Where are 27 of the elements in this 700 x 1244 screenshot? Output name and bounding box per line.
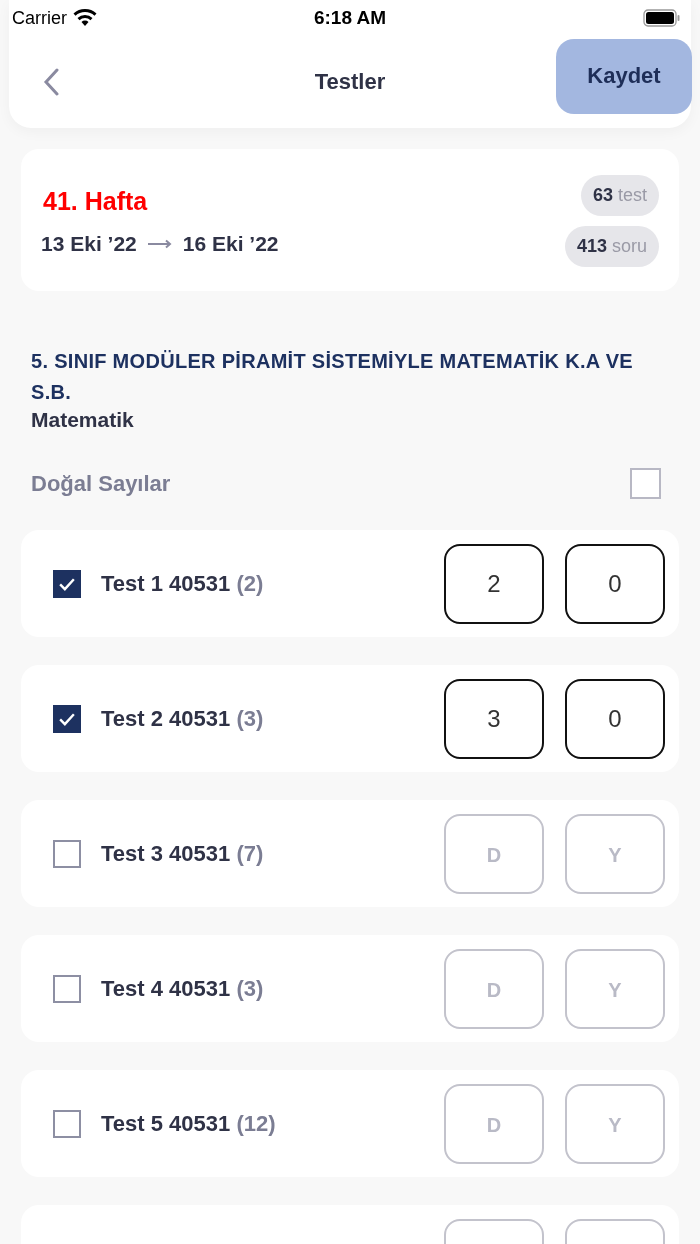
count-badge: 413 soru: [564, 226, 659, 267]
start-date: 13 Eki ’22: [41, 231, 137, 256]
end-date: 16 Eki ’22: [182, 231, 279, 256]
answer-field[interactable]: 2: [444, 543, 544, 624]
carrier-label: Carrier: [12, 7, 67, 29]
answer-field[interactable]: D: [444, 948, 544, 1029]
answer-field[interactable]: D: [444, 813, 544, 894]
test-label: Test 4 40531 (3): [101, 975, 264, 1002]
test-label: Test 5 40531 (12): [101, 1110, 276, 1137]
answer-field[interactable]: 3: [444, 678, 544, 759]
answer-field[interactable]: 0: [565, 678, 665, 759]
test-label: Test 1 40531 (2): [101, 570, 264, 597]
answer-field[interactable]: Y: [565, 948, 665, 1029]
week-title: 41. Hafta: [43, 186, 149, 216]
topic-label: Doğal Sayılar: [31, 470, 171, 497]
test-label: Test 2 40531 (3): [101, 705, 264, 732]
book-title: 5. SINIF MODÜLER PİRAMİT SİSTEMİYLE MATEMATİK K.A VE S.B.: [31, 349, 634, 405]
test-label: Test 3 40531 (7): [101, 840, 264, 867]
clock: 6:18 AM: [313, 7, 387, 29]
answer-field[interactable]: Y: [565, 813, 665, 894]
answer-field[interactable]: Y: [565, 1083, 665, 1164]
answer-field[interactable]: D: [444, 1083, 544, 1164]
subject-label: Matematik: [31, 408, 135, 432]
count-badge: 63 test: [580, 175, 659, 216]
answer-field[interactable]: 0: [565, 543, 665, 624]
save-button[interactable]: Kaydet: [556, 38, 692, 114]
page-title: Testler: [314, 69, 386, 95]
